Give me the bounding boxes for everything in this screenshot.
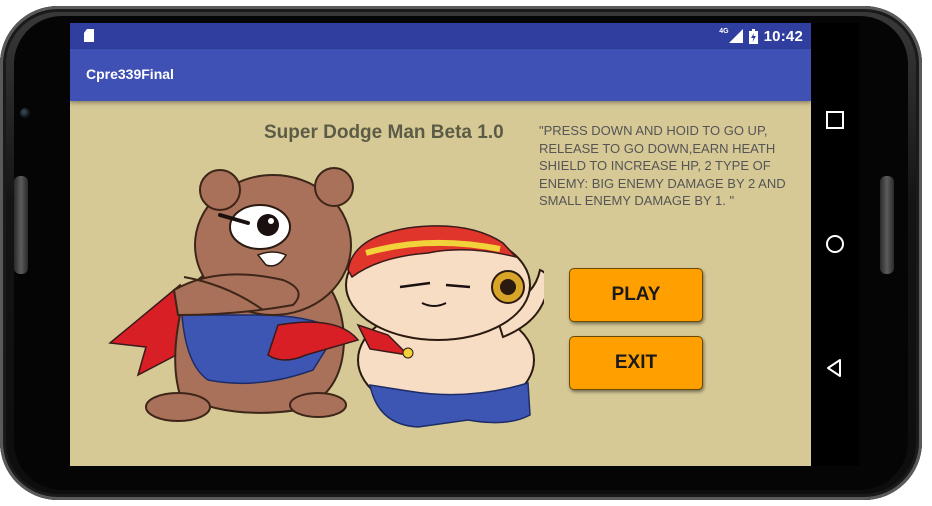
battery-icon: [748, 28, 758, 44]
home-icon[interactable]: [824, 233, 846, 255]
game-instructions: "PRESS DOWN AND HOID TO GO UP, RELEASE T…: [539, 123, 786, 208]
play-button[interactable]: PLAY: [569, 268, 703, 322]
phone-side-button-right: [880, 176, 894, 274]
phone-side-button-left: [14, 176, 28, 274]
status-clock: 10:42: [763, 27, 803, 45]
navigation-bar: [811, 23, 859, 466]
exit-button[interactable]: EXIT: [569, 336, 703, 390]
app-title: Cpre339Final: [86, 66, 174, 82]
recents-icon[interactable]: [824, 109, 846, 131]
status-icons: 4G 10:42: [713, 26, 803, 46]
sd-card-icon: [84, 29, 94, 42]
game-character-artwork: [108, 167, 544, 428]
network-type-label: 4G: [719, 27, 729, 35]
cell-signal-icon: [728, 29, 743, 43]
back-icon[interactable]: [824, 357, 846, 379]
device-screen: 4G 10:42 Cpre339Final Super Dodge Man Be…: [70, 23, 811, 466]
kid-character: [345, 225, 544, 428]
app-bar: Cpre339Final: [70, 49, 811, 101]
status-bar: 4G 10:42: [70, 23, 811, 49]
game-title: Super Dodge Man Beta 1.0: [264, 122, 504, 143]
front-camera: [20, 108, 30, 118]
bear-character: [108, 167, 360, 422]
